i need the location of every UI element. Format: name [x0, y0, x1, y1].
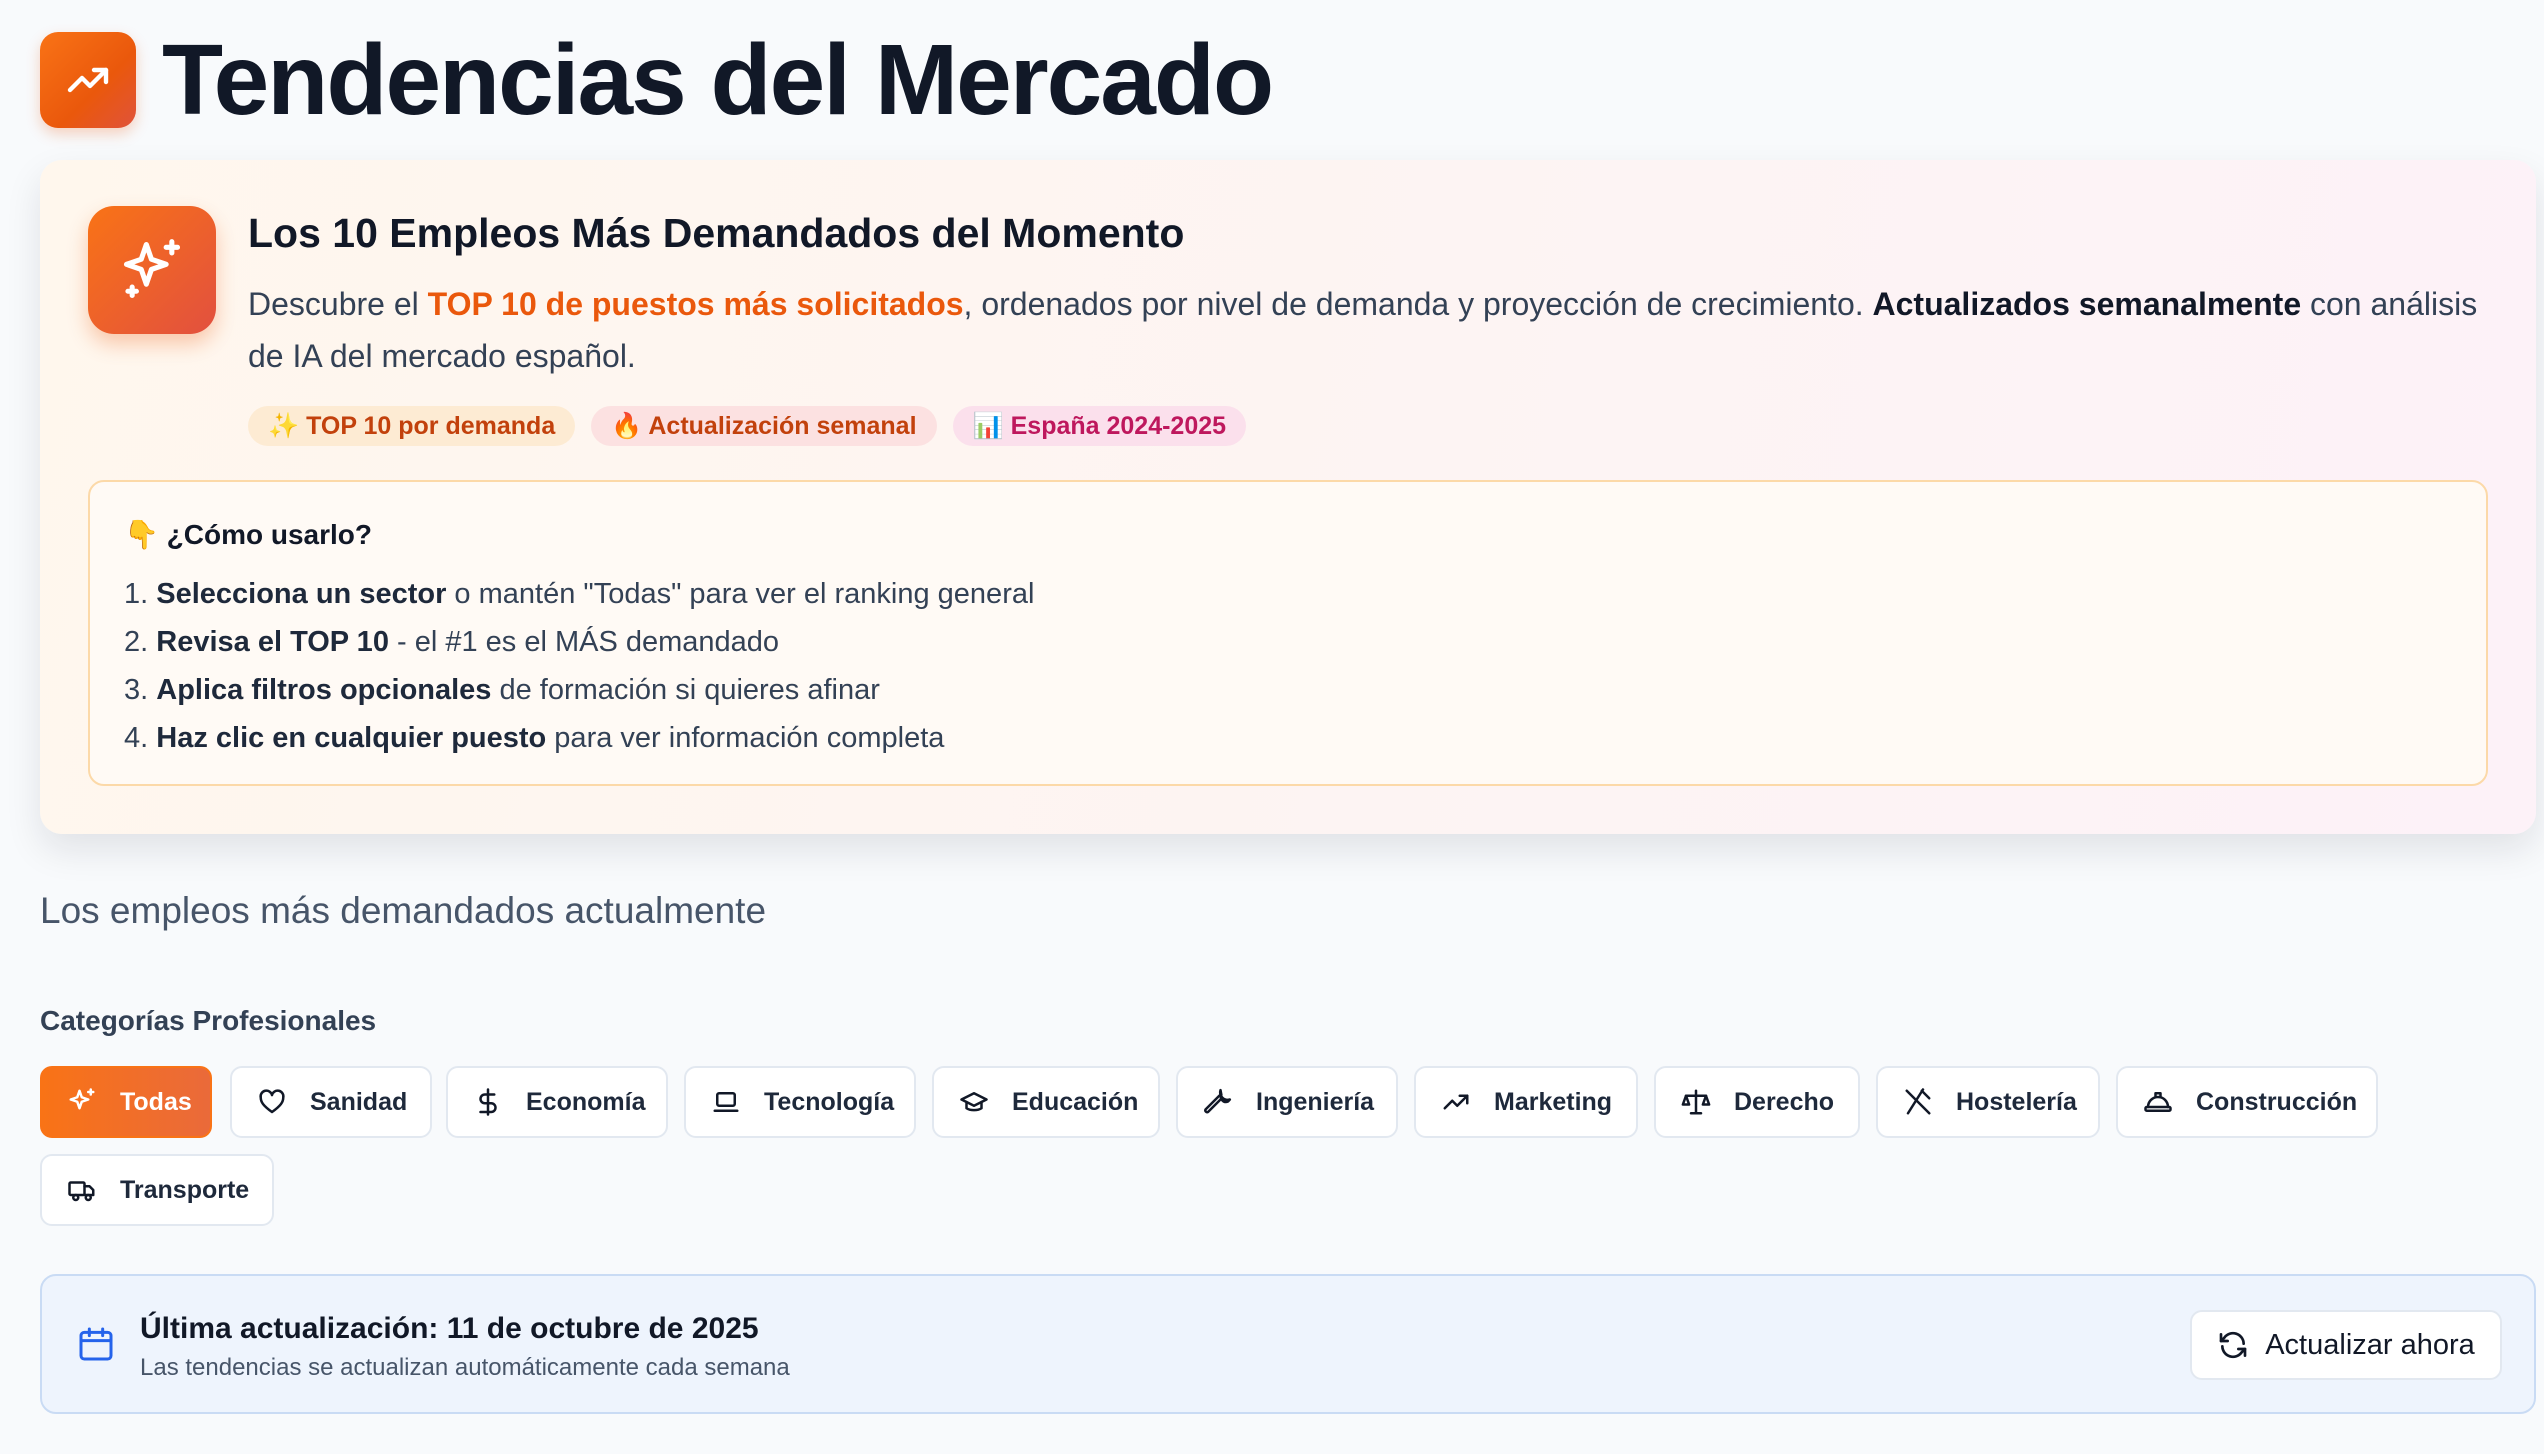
page-header: Tendencias del Mercado [40, 0, 2536, 160]
categories-title: Categorías Profesionales [40, 1005, 377, 1036]
sparkles-icon [88, 206, 216, 334]
trending-up-icon [40, 32, 136, 128]
last-update-date: Última actualización: 11 de octubre de 2… [140, 1312, 759, 1345]
category-label: Construcción [2196, 1087, 2358, 1116]
category-tecnologia[interactable]: Tecnología [684, 1066, 916, 1138]
feature-badges: ✨ TOP 10 por demanda 🔥 Actualización sem… [248, 406, 1247, 446]
sparkles-icon [66, 1086, 98, 1118]
how-to-step: 2. Revisa el TOP 10 - el #1 es el MÁS de… [124, 618, 1034, 666]
step-number: 3. [124, 674, 157, 706]
desc-highlight: TOP 10 de puestos más solicitados [427, 286, 964, 322]
category-label: Tecnología [764, 1087, 895, 1116]
how-to-box: 👇 ¿Cómo usarlo? 1. Selecciona un sector … [88, 480, 2488, 786]
last-update-banner: Última actualización: 11 de octubre de 2… [40, 1274, 2536, 1414]
category-ingenieria[interactable]: Ingeniería [1176, 1066, 1398, 1138]
category-label: Todas [120, 1087, 192, 1116]
desc-text: , ordenados por nivel de demanda y proye… [963, 286, 1873, 322]
category-educacion[interactable]: Educación [932, 1066, 1160, 1138]
step-number: 1. [124, 578, 157, 610]
how-to-step: 3. Aplica filtros opcionales de formació… [124, 666, 1034, 714]
refresh-now-button[interactable]: Actualizar ahora [2190, 1310, 2502, 1380]
step-text: de formación si quieres afinar [491, 674, 880, 706]
category-marketing[interactable]: Marketing [1414, 1066, 1638, 1138]
badge-weekly-update: 🔥 Actualización semanal [591, 406, 937, 446]
truck-icon [66, 1174, 98, 1206]
page: Tendencias del Mercado Los 10 Empleos Má… [40, 0, 2536, 1414]
category-todas[interactable]: Todas [40, 1066, 212, 1138]
heart-icon [256, 1086, 288, 1118]
card-description: Descubre el TOP 10 de puestos más solici… [248, 278, 2488, 382]
step-text: o mantén "Todas" para ver el ranking gen… [446, 578, 1035, 610]
card-title: Los 10 Empleos Más Demandados del Moment… [248, 210, 1185, 256]
last-update-note: Las tendencias se actualizan automáticam… [140, 1354, 790, 1381]
category-label: Marketing [1494, 1087, 1613, 1116]
category-label: Ingeniería [1256, 1087, 1375, 1116]
step-text: para ver información completa [546, 722, 945, 754]
step-action: Revisa el TOP 10 [156, 626, 389, 658]
how-to-step: 4. Haz clic en cualquier puesto para ver… [124, 714, 1034, 762]
refresh-button-label: Actualizar ahora [2265, 1328, 2475, 1361]
page-title: Tendencias del Mercado [162, 24, 1274, 136]
how-to-steps: 1. Selecciona un sector o mantén "Todas"… [124, 570, 1034, 762]
step-action: Aplica filtros opcionales [156, 674, 492, 706]
category-derecho[interactable]: Derecho [1654, 1066, 1860, 1138]
wrench-icon [1202, 1086, 1234, 1118]
category-label: Derecho [1734, 1087, 1835, 1116]
calendar-icon [79, 1327, 113, 1361]
category-sanidad[interactable]: Sanidad [230, 1066, 432, 1138]
category-label: Educación [1012, 1087, 1139, 1116]
category-label: Sanidad [310, 1087, 408, 1116]
dollar-icon [472, 1086, 504, 1118]
category-label: Economía [526, 1087, 646, 1116]
top10-intro-card: Los 10 Empleos Más Demandados del Moment… [40, 160, 2536, 834]
refresh-icon [2219, 1331, 2247, 1359]
desc-text: Descubre el [248, 286, 428, 322]
graduation-cap-icon [958, 1086, 990, 1118]
section-subtitle: Los empleos más demandados actualmente [40, 890, 767, 931]
step-action: Selecciona un sector [156, 578, 447, 610]
category-transporte[interactable]: Transporte [40, 1154, 274, 1226]
scale-icon [1680, 1086, 1712, 1118]
category-label: Transporte [120, 1175, 250, 1204]
desc-emphasis: Actualizados semanalmente [1872, 286, 2302, 322]
category-construccion[interactable]: Construcción [2116, 1066, 2378, 1138]
how-to-title: 👇 ¿Cómo usarlo? [124, 519, 372, 550]
step-text: - el #1 es el MÁS demandado [388, 626, 780, 658]
how-to-step: 1. Selecciona un sector o mantén "Todas"… [124, 570, 1034, 618]
step-number: 4. [124, 722, 157, 754]
hard-hat-icon [2142, 1086, 2174, 1118]
laptop-icon [710, 1086, 742, 1118]
utensils-crossed-icon [1902, 1086, 1934, 1118]
trending-up-icon [1440, 1086, 1472, 1118]
badge-spain-period: 📊 España 2024-2025 [952, 406, 1247, 446]
category-label: Hostelería [1956, 1087, 2077, 1116]
category-economia[interactable]: Economía [446, 1066, 668, 1138]
step-action: Haz clic en cualquier puesto [156, 722, 547, 754]
badge-top10: ✨ TOP 10 por demanda [248, 406, 576, 446]
step-number: 2. [124, 626, 157, 658]
category-hosteleria[interactable]: Hostelería [1876, 1066, 2100, 1138]
